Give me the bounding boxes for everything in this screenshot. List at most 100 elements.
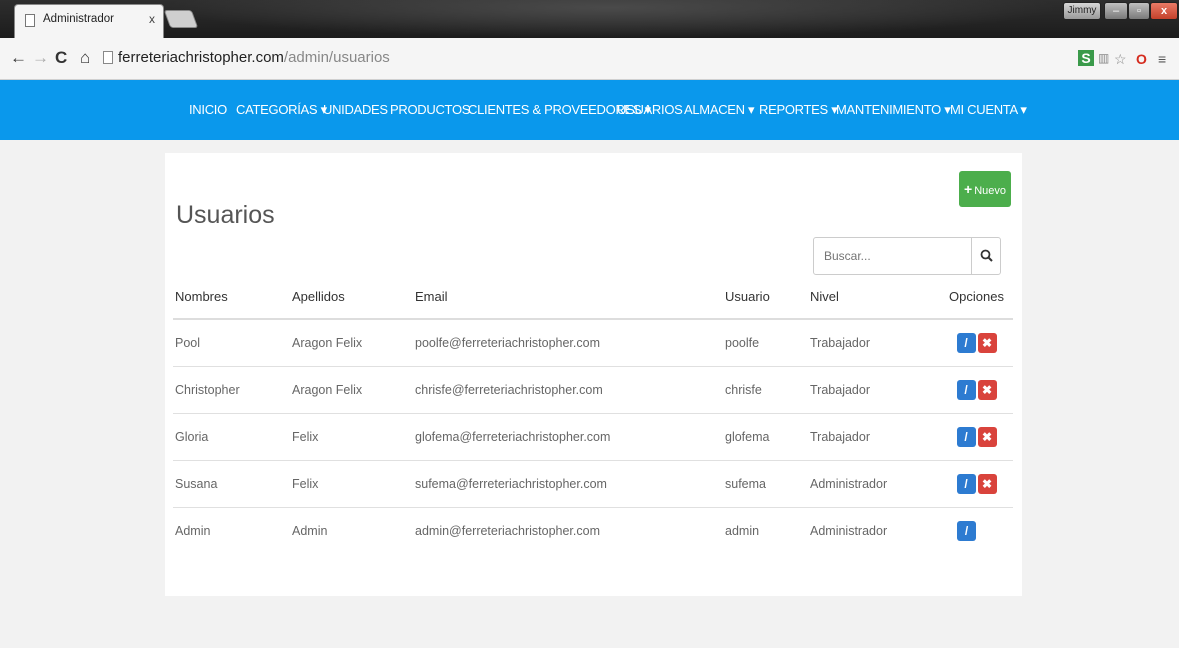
header-nombres: Nombres [173, 274, 290, 320]
edit-button[interactable]: / [956, 379, 976, 400]
cell-nombres: Pool [173, 319, 290, 367]
url-host: ferreteriachristopher.com [118, 49, 284, 66]
browser-tab[interactable]: Administrador x [14, 4, 164, 38]
header-apellidos: Apellidos [290, 274, 413, 320]
cell-apellidos: Felix [290, 460, 413, 508]
edit-button[interactable]: / [956, 473, 976, 494]
back-arrow-icon[interactable]: ← [10, 48, 27, 68]
table-row: Admin Admin admin@ferreteriachristopher.… [173, 507, 1013, 554]
bookmark-star-icon[interactable]: ☆ [1114, 51, 1127, 68]
cell-opciones: / ✖ [938, 460, 1013, 508]
home-icon[interactable]: ⌂ [80, 48, 90, 68]
search-button[interactable] [971, 238, 1000, 274]
forward-arrow-icon[interactable]: → [32, 48, 49, 68]
pencil-icon: / [964, 335, 968, 350]
address-bar: ← → C ⌂ ferreteriachristopher.com/admin/… [0, 38, 1179, 80]
main-navbar: INICIO CATEGORÍAS ▾ UNIDADES PRODUCTOS C… [0, 80, 1179, 140]
cell-email: poolfe@ferreteriachristopher.com [413, 319, 723, 367]
cell-apellidos: Aragon Felix [290, 366, 413, 414]
browser-menu-icon[interactable]: ≡ [1158, 51, 1166, 67]
cell-opciones: / ✖ [938, 366, 1013, 414]
cell-opciones: / ✖ [938, 319, 1013, 367]
url-field[interactable]: ferreteriachristopher.com/admin/usuarios [100, 45, 1060, 71]
table-row: Pool Aragon Felix poolfe@ferreteriachris… [173, 319, 1013, 367]
reload-icon[interactable]: C [55, 48, 67, 68]
cell-apellidos: Admin [292, 523, 328, 538]
maximize-button[interactable]: ▫ [1128, 2, 1150, 20]
times-icon: ✖ [981, 335, 993, 350]
cell-nombres: Susana [173, 460, 290, 508]
cell-email: admin@ferreteriachristopher.com [415, 523, 600, 538]
nav-usuarios[interactable]: USUARIOS [617, 102, 683, 117]
delete-button[interactable]: ✖ [977, 473, 997, 494]
cell-email: glofema@ferreteriachristopher.com [413, 413, 723, 461]
cell-usuario: glofema [723, 413, 808, 461]
pencil-icon: / [964, 382, 968, 397]
search-icon [980, 249, 993, 262]
times-icon: ✖ [981, 429, 993, 444]
plus-icon: + [964, 181, 973, 197]
pencil-icon: / [964, 476, 968, 491]
cell-nivel: Administrador [810, 523, 888, 538]
times-icon: ✖ [981, 476, 993, 491]
delete-button[interactable]: ✖ [977, 332, 997, 353]
cell-apellidos: Felix [290, 413, 413, 461]
header-nivel: Nivel [808, 274, 938, 320]
cell-usuario: sufema [723, 460, 808, 508]
search-input[interactable] [814, 238, 971, 274]
header-usuario: Usuario [723, 274, 808, 320]
cell-nivel: Trabajador [808, 319, 938, 367]
cell-usuario: chrisfe [723, 366, 808, 414]
nav-categorias[interactable]: CATEGORÍAS ▾ [236, 102, 327, 118]
page-title: Usuarios [176, 201, 275, 229]
nav-inicio[interactable]: INICIO [189, 102, 227, 117]
cell-apellidos: Aragon Felix [290, 319, 413, 367]
cell-usuario: poolfe [723, 319, 808, 367]
header-email: Email [413, 274, 723, 320]
translate-icon[interactable]: ▥ [1098, 51, 1109, 65]
pencil-icon: / [964, 429, 968, 444]
nav-mantenimiento[interactable]: MANTENIMIENTO ▾ [836, 102, 951, 118]
opera-extension-icon[interactable]: O [1136, 51, 1147, 67]
page-icon [103, 51, 113, 64]
new-button-label: Nuevo [974, 185, 1006, 197]
minimize-button[interactable]: – [1104, 2, 1128, 20]
cell-nombres: Christopher [173, 366, 290, 414]
tab-title: Administrador [43, 13, 114, 25]
browser-title-bar: Administrador x Jimmy – ▫ x [0, 0, 1179, 38]
window-close-button[interactable]: x [1150, 2, 1178, 20]
times-icon: ✖ [981, 382, 993, 397]
table-row: Christopher Aragon Felix chrisfe@ferrete… [173, 366, 1013, 414]
cell-nivel: Trabajador [808, 366, 938, 414]
search-box [813, 237, 1001, 275]
edit-button[interactable]: / [956, 426, 976, 447]
cell-nivel: Administrador [808, 460, 938, 508]
nav-productos[interactable]: PRODUCTOS [390, 102, 470, 117]
cell-nombres: Admin [175, 523, 211, 538]
edit-button[interactable]: / [957, 520, 976, 541]
nav-mi-cuenta[interactable]: MI CUENTA ▾ [950, 102, 1027, 118]
cell-email: chrisfe@ferreteriachristopher.com [413, 366, 723, 414]
nav-reportes[interactable]: REPORTES ▾ [759, 102, 838, 118]
cell-email: sufema@ferreteriachristopher.com [413, 460, 723, 508]
url-path: /admin/usuarios [283, 49, 390, 66]
tab-close-icon[interactable]: x [149, 12, 155, 26]
nav-almacen[interactable]: ALMACEN ▾ [684, 102, 755, 118]
pencil-icon: / [964, 523, 969, 538]
cell-usuario: admin [725, 523, 760, 538]
cell-nombres: Gloria [173, 413, 290, 461]
cell-opciones: / ✖ [938, 413, 1013, 461]
users-table: Nombres Apellidos Email Usuario Nivel Op… [173, 274, 1013, 554]
new-user-button[interactable]: + Nuevo [959, 171, 1011, 207]
window-user-badge[interactable]: Jimmy [1063, 2, 1101, 20]
edit-button[interactable]: / [956, 332, 976, 353]
table-header-row: Nombres Apellidos Email Usuario Nivel Op… [173, 274, 1013, 320]
header-opciones: Opciones [938, 274, 1013, 320]
cell-opciones: / [938, 507, 1013, 554]
s-extension-icon[interactable]: S [1078, 50, 1094, 66]
delete-button[interactable]: ✖ [977, 379, 997, 400]
users-panel: Usuarios +Nuevo Nombres Apellidos Email … [165, 153, 1022, 596]
cell-nivel: Trabajador [808, 413, 938, 461]
delete-button[interactable]: ✖ [977, 426, 997, 447]
nav-unidades[interactable]: UNIDADES [323, 102, 388, 117]
